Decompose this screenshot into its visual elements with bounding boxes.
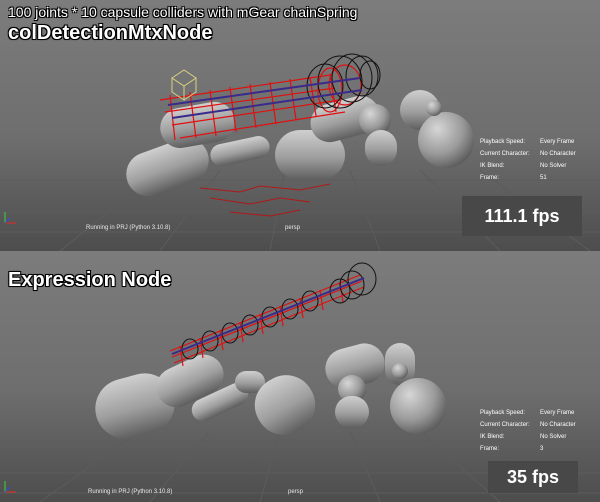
hud-label: Playback Speed:	[480, 139, 526, 145]
hud-display: Playback Speed: Every Frame Current Chara…	[480, 136, 576, 184]
hud-value: Every Frame	[540, 139, 575, 145]
viewport-bottom[interactable]: Expression Node Playback Speed: Every Fra…	[0, 251, 600, 502]
hud-label: Playback Speed:	[480, 410, 526, 416]
hud-value: 3	[540, 446, 544, 452]
joint-chain	[171, 277, 365, 355]
hud-label: IK Blend:	[480, 163, 505, 169]
hud-value: 51	[540, 175, 547, 181]
capsule-colliders	[95, 343, 446, 439]
fps-counter: 35 fps	[488, 461, 578, 493]
hud-label: Current Character:	[480, 151, 530, 157]
sphere	[392, 363, 408, 379]
status-text: Running in PRJ (Python 3.10.8)	[88, 489, 173, 495]
hud-display: Playback Speed: Every Frame Current Chara…	[480, 407, 576, 455]
capsule	[365, 130, 397, 166]
camera-label: persp	[288, 489, 304, 495]
axis-gizmo-icon	[4, 481, 16, 493]
sphere	[390, 378, 446, 434]
status-text: Running in PRJ (Python 3.10.8)	[86, 225, 171, 231]
fps-counter: 111.1 fps	[462, 196, 582, 236]
hud-value: No Character	[540, 422, 576, 428]
sphere	[426, 100, 442, 116]
hud-label: Frame:	[480, 175, 500, 181]
hud-label: Frame:	[480, 446, 500, 452]
video-caption: 100 joints * 10 capsule colliders with m…	[8, 4, 358, 20]
hud-value: Every Frame	[540, 410, 575, 416]
hud-value: No Solver	[540, 434, 567, 440]
axis-gizmo-icon	[4, 212, 16, 224]
ground-trace	[199, 183, 331, 217]
sphere	[418, 112, 474, 168]
hud-value: No Solver	[540, 163, 567, 169]
panel-title: Expression Node	[8, 269, 172, 291]
hud-label: Current Character:	[480, 422, 530, 428]
hud-value: No Character	[540, 151, 576, 157]
capsule	[335, 396, 369, 428]
viewport-top[interactable]: 100 joints * 10 capsule colliders with m…	[0, 0, 600, 251]
hud-label: IK Blend:	[480, 434, 505, 440]
camera-label: persp	[285, 225, 301, 231]
panel-title: colDetectionMtxNode	[8, 22, 213, 44]
